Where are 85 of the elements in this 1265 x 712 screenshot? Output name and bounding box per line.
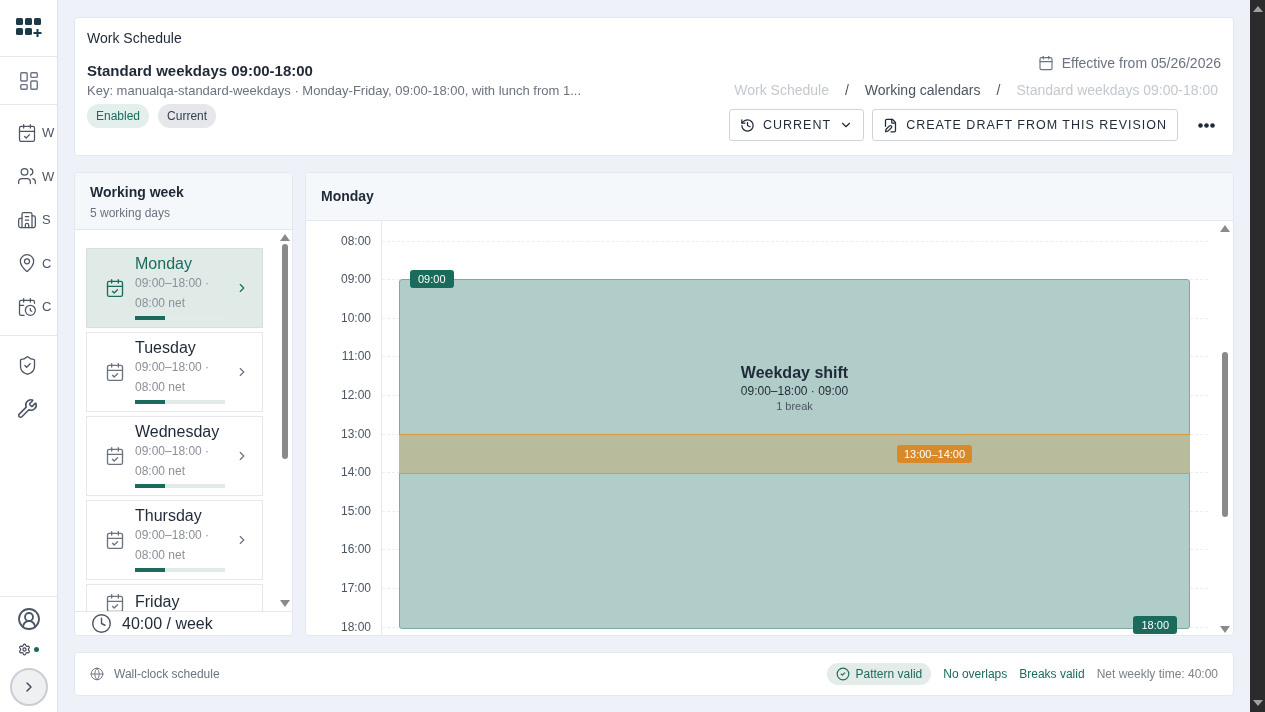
day-card[interactable]: Tuesday 09:00–18:00 · 08:00 net bbox=[86, 331, 263, 412]
dashboard-icon[interactable] bbox=[18, 69, 40, 92]
history-icon bbox=[740, 117, 755, 133]
calendar-check-icon bbox=[105, 592, 125, 611]
validation-status: Breaks valid bbox=[1019, 667, 1085, 682]
calendar-check-icon bbox=[105, 361, 125, 382]
day-range: 09:00–18:00 · bbox=[135, 527, 211, 545]
calendar-check-icon bbox=[105, 277, 125, 298]
hour-label: 13:00 bbox=[340, 426, 371, 441]
check-circle-icon bbox=[835, 667, 850, 682]
settings-icon[interactable] bbox=[18, 643, 31, 656]
break-time-tag: 13:00–14:00 bbox=[896, 444, 973, 463]
clock-icon bbox=[91, 613, 112, 635]
day-card[interactable]: Thursday 09:00–18:00 · 08:00 net bbox=[86, 499, 263, 580]
panel-title: Working week bbox=[90, 183, 185, 200]
day-name: Thursday bbox=[135, 507, 203, 526]
calendar-clock-icon bbox=[17, 296, 37, 317]
map-pin-icon bbox=[17, 253, 37, 274]
hour-label: 17:00 bbox=[340, 581, 371, 595]
nav-item[interactable]: W bbox=[0, 111, 57, 155]
schedule-mode: Wall-clock schedule bbox=[114, 667, 220, 682]
hour-label: 08:00 bbox=[340, 233, 371, 248]
breadcrumb-separator: / bbox=[996, 82, 1001, 98]
calendar-icon bbox=[1037, 55, 1054, 71]
users-icon bbox=[17, 166, 37, 187]
create-draft-button[interactable]: CREATE DRAFT FROM THIS REVISION bbox=[872, 109, 1178, 141]
breadcrumb-link[interactable]: Working calendars bbox=[864, 82, 981, 98]
section-title: Work Schedule bbox=[87, 30, 183, 46]
weekly-total: 40:00 / week bbox=[122, 614, 213, 633]
day-net-time: 08:00 net bbox=[135, 547, 187, 565]
day-net-time: 08:00 net bbox=[135, 379, 187, 397]
hour-label: 15:00 bbox=[340, 503, 371, 518]
calendar-check-icon bbox=[105, 445, 125, 466]
panel-subtitle: 5 working days bbox=[90, 205, 172, 220]
day-name: Tuesday bbox=[135, 339, 197, 358]
day-card[interactable]: Wednesday 09:00–18:00 · 08:00 net bbox=[86, 415, 263, 496]
day-net-time: 08:00 net bbox=[135, 463, 187, 481]
hour-label: 09:00 bbox=[340, 272, 371, 287]
breadcrumb-separator: / bbox=[844, 82, 849, 98]
hour-label: 18:00 bbox=[340, 619, 371, 634]
shift-title: Weekday shift bbox=[740, 364, 849, 383]
day-card[interactable]: Friday bbox=[86, 583, 263, 611]
file-edit-icon bbox=[883, 117, 899, 133]
more-icon bbox=[1198, 122, 1215, 128]
effective-date: Effective from 05/26/2026 bbox=[1061, 55, 1221, 71]
day-range: 09:00–18:00 · bbox=[135, 275, 211, 293]
day-name: Friday bbox=[135, 592, 181, 611]
day-net-time: 08:00 net bbox=[135, 295, 187, 313]
shield-icon[interactable] bbox=[17, 354, 38, 376]
hour-label: 10:00 bbox=[340, 310, 371, 325]
building-icon bbox=[17, 209, 37, 230]
hour-label: 16:00 bbox=[340, 542, 371, 557]
status-dot bbox=[34, 647, 39, 652]
validation-status: No overlaps bbox=[943, 667, 1008, 682]
tools-icon[interactable] bbox=[17, 398, 38, 420]
nav-item[interactable]: S bbox=[0, 198, 57, 242]
user-icon[interactable] bbox=[16, 607, 41, 631]
status-badge: Current bbox=[158, 104, 217, 128]
day-name: Wednesday bbox=[135, 423, 221, 442]
hour-label: 12:00 bbox=[340, 388, 371, 402]
validation-badge: Pattern valid bbox=[826, 663, 932, 686]
day-name: Monday bbox=[135, 255, 193, 274]
net-weekly-time: Net weekly time: 40:00 bbox=[1096, 667, 1218, 682]
browser-scrollbar[interactable] bbox=[1250, 0, 1265, 712]
status-badge: Enabled bbox=[87, 104, 150, 128]
day-title: Monday bbox=[321, 188, 374, 205]
calendar-icon bbox=[17, 122, 37, 143]
nav-item[interactable]: C bbox=[0, 285, 57, 329]
day-range: 09:00–18:00 · bbox=[135, 443, 211, 461]
schedule-description: Key: manualqa-standard-weekdays · Monday-Friday, 09:00-18:00, with lunch from 1... bbox=[87, 83, 581, 98]
hour-label: 11:00 bbox=[341, 349, 371, 364]
nav-item[interactable]: C bbox=[0, 241, 57, 285]
day-range: 09:00–18:00 · bbox=[135, 359, 211, 377]
schedule-title: Standard weekdays 09:00-18:00 bbox=[87, 62, 314, 79]
shift-range: 09:00–18:00 · 09:00 bbox=[740, 384, 849, 399]
globe-icon bbox=[90, 667, 104, 682]
calendar-check-icon bbox=[105, 529, 125, 550]
start-time-tag: 09:00 bbox=[410, 270, 454, 289]
hour-label: 14:00 bbox=[340, 465, 371, 480]
shift-breaks: 1 break bbox=[776, 400, 813, 413]
app-grid-logo-icon bbox=[15, 18, 42, 38]
nav-item[interactable]: W bbox=[0, 154, 57, 198]
version-dropdown[interactable]: CURRENT bbox=[729, 109, 865, 141]
scrollbar[interactable] bbox=[1219, 224, 1231, 634]
day-card[interactable]: Monday 09:00–18:00 · 08:00 net bbox=[86, 247, 263, 328]
